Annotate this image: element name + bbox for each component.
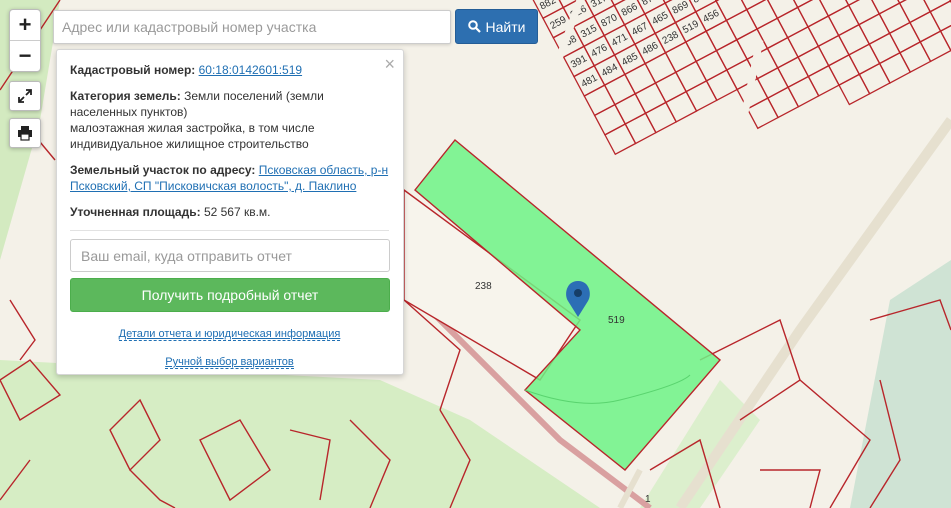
category-row: Категория земель: Земли поселений (земли…	[70, 88, 389, 152]
address-label: Земельный участок по адресу:	[70, 163, 256, 177]
zoom-controls: + −	[9, 9, 41, 72]
zoom-out-button[interactable]: −	[10, 40, 40, 71]
get-report-button[interactable]: Получить подробный отчет	[70, 278, 390, 312]
area-label: Уточненная площадь:	[70, 205, 201, 219]
svg-text:1: 1	[645, 494, 651, 505]
close-icon[interactable]: ×	[384, 55, 395, 73]
fullscreen-button[interactable]	[9, 81, 41, 111]
area-value: 52 567 кв.м.	[203, 205, 271, 219]
area-row: Уточненная площадь: 52 567 кв.м.	[70, 204, 389, 220]
zoom-in-button[interactable]: +	[10, 10, 40, 40]
category-label: Категория земель:	[70, 89, 181, 103]
cadastral-row: Кадастровый номер: 60:18:0142601:519	[70, 62, 389, 78]
expand-icon	[18, 89, 32, 103]
svg-text:238: 238	[475, 281, 492, 292]
manual-selection-link[interactable]: Ручной выбор вариантов	[70, 354, 389, 370]
divider	[70, 230, 389, 231]
email-field[interactable]	[70, 239, 390, 272]
report-details-text: Детали отчета и юридическая информация	[118, 328, 341, 341]
parcel-info-panel: × Кадастровый номер: 60:18:0142601:519 К…	[56, 49, 404, 375]
cadastral-number-link[interactable]: 60:18:0142601:519	[199, 63, 302, 77]
address-row: Земельный участок по адресу: Псковская о…	[70, 162, 389, 194]
find-button[interactable]: Найти	[455, 9, 538, 44]
usage-value: малоэтажная жилая застройка, в том числе…	[70, 121, 315, 151]
report-details-link[interactable]: Детали отчета и юридическая информация	[70, 326, 389, 342]
search-input[interactable]	[53, 10, 451, 44]
svg-text:519: 519	[608, 315, 625, 326]
print-button[interactable]	[9, 118, 41, 148]
find-button-label: Найти	[485, 18, 526, 35]
manual-selection-text: Ручной выбор вариантов	[165, 356, 294, 369]
printer-icon	[18, 126, 32, 141]
cadastral-label: Кадастровый номер:	[70, 63, 196, 77]
search-icon	[467, 20, 481, 33]
